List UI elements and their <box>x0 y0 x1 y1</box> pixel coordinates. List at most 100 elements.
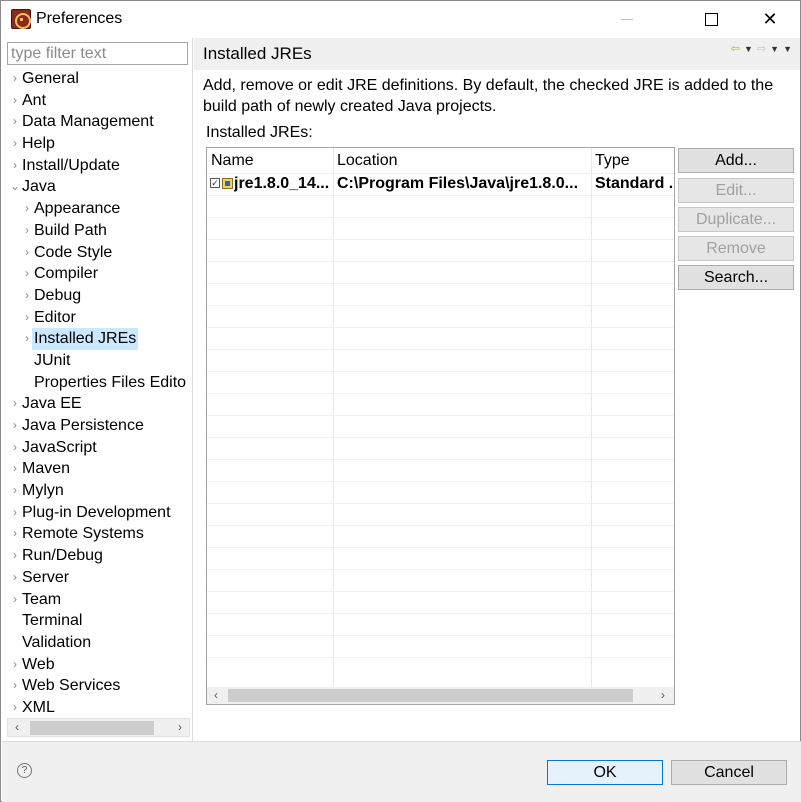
scroll-right-icon[interactable]: › <box>171 719 189 736</box>
tree-item[interactable]: › Maven <box>2 458 193 480</box>
chevron-right-icon[interactable]: › <box>10 393 20 415</box>
row-gridline <box>207 349 674 350</box>
help-icon[interactable]: ? <box>17 763 32 778</box>
scroll-left-icon[interactable]: ‹ <box>207 687 225 704</box>
row-gridline <box>207 547 674 548</box>
tree-item[interactable]: › Web Services <box>2 675 193 697</box>
chevron-right-icon[interactable]: › <box>22 198 32 220</box>
tree-item[interactable]: › Debug <box>2 285 193 307</box>
remove-button[interactable]: Remove <box>678 236 794 261</box>
chevron-right-icon[interactable]: › <box>10 523 20 545</box>
chevron-right-icon[interactable]: › <box>10 480 20 502</box>
search-button[interactable]: Search... <box>678 265 794 290</box>
close-button[interactable]: ✕ <box>741 1 799 38</box>
scroll-right-icon[interactable]: › <box>654 687 672 704</box>
tree-item[interactable]: › Data Management <box>2 111 193 133</box>
chevron-right-icon[interactable]: › <box>22 307 32 329</box>
column-header-type[interactable]: Type <box>591 148 674 173</box>
ok-button[interactable]: OK <box>547 760 663 785</box>
duplicate-button[interactable]: Duplicate... <box>678 207 794 232</box>
column-header-location[interactable]: Location <box>333 148 591 173</box>
installed-jres-table[interactable]: Name Location Type ✓ jre1.8.0_14... C:\P… <box>206 147 675 705</box>
tree-item[interactable]: › Java Persistence <box>2 415 193 437</box>
column-header-name[interactable]: Name <box>207 148 333 173</box>
chevron-right-icon[interactable]: › <box>10 675 20 697</box>
tree-item[interactable]: ⌄ Java <box>2 176 193 198</box>
forward-dropdown-icon[interactable]: ▼ <box>770 44 779 54</box>
chevron-right-icon[interactable]: › <box>10 567 20 589</box>
add-button[interactable]: Add... <box>678 148 794 173</box>
tree-item[interactable]: › Editor <box>2 307 193 329</box>
tree-item[interactable]: Terminal <box>2 610 193 632</box>
chevron-right-icon[interactable]: › <box>22 263 32 285</box>
chevron-right-icon[interactable]: › <box>22 285 32 307</box>
tree-item[interactable]: › Appearance <box>2 198 193 220</box>
tree-item[interactable]: › XML <box>2 697 193 719</box>
tree-item[interactable]: › Plug-in Development <box>2 502 193 524</box>
tree-item[interactable]: JUnit <box>2 350 193 372</box>
chevron-right-icon[interactable]: › <box>10 458 20 480</box>
tree-item[interactable]: › Install/Update <box>2 155 193 177</box>
tree-item[interactable]: › Mylyn <box>2 480 193 502</box>
chevron-right-icon[interactable]: › <box>10 697 20 719</box>
scroll-left-icon[interactable]: ‹ <box>8 719 26 736</box>
tree-item[interactable]: › Build Path <box>2 220 193 242</box>
tree-item[interactable]: › Run/Debug <box>2 545 193 567</box>
tree-item-label: Appearance <box>34 200 121 218</box>
tree-item[interactable]: › Team <box>2 589 193 611</box>
tree-item[interactable]: Validation <box>2 632 193 654</box>
tree-item-label: Data Management <box>22 113 154 131</box>
chevron-right-icon[interactable]: › <box>10 415 20 437</box>
back-arrow-icon[interactable]: ⇦ <box>731 42 740 55</box>
dialog-button-bar: ? OK Cancel <box>2 741 801 802</box>
row-gridline <box>207 503 674 504</box>
tree-item[interactable]: › Java EE <box>2 393 193 415</box>
tree-item[interactable]: › JavaScript <box>2 437 193 459</box>
edit-button[interactable]: Edit... <box>678 178 794 203</box>
filter-input[interactable] <box>7 42 188 65</box>
chevron-down-icon[interactable]: ⌄ <box>10 176 20 198</box>
tree-horizontal-scrollbar[interactable]: ‹ › <box>7 718 190 737</box>
table-horizontal-scrollbar[interactable]: ‹ › <box>207 687 674 704</box>
chevron-right-icon[interactable]: › <box>10 437 20 459</box>
default-jre-checkbox[interactable]: ✓ <box>210 178 220 188</box>
tree-item[interactable]: › Ant <box>2 90 193 112</box>
installed-jres-label: Installed JREs: <box>206 124 313 141</box>
chevron-right-icon[interactable]: › <box>22 328 32 350</box>
chevron-right-icon[interactable]: › <box>10 155 20 177</box>
tree-item[interactable]: › Compiler <box>2 263 193 285</box>
row-gridline <box>207 371 674 372</box>
page-menu-icon[interactable]: ▼ <box>783 44 792 54</box>
tree-item[interactable]: › Server <box>2 567 193 589</box>
tree-item[interactable]: › Code Style <box>2 242 193 264</box>
tree-item-label: General <box>22 70 79 87</box>
tree-item[interactable]: › Remote Systems <box>2 523 193 545</box>
tree-item[interactable]: › Installed JREs <box>2 328 193 350</box>
chevron-right-icon[interactable]: › <box>22 220 32 242</box>
chevron-right-icon[interactable]: › <box>10 502 20 524</box>
chevron-right-icon[interactable]: › <box>10 589 20 611</box>
tree-item[interactable]: › General <box>2 68 193 90</box>
row-gridline <box>207 613 674 614</box>
chevron-right-icon[interactable]: › <box>10 133 20 155</box>
chevron-right-icon[interactable]: › <box>10 654 20 676</box>
forward-arrow-icon[interactable]: ⇨ <box>757 42 766 55</box>
back-dropdown-icon[interactable]: ▼ <box>744 44 753 54</box>
tree-item[interactable]: Properties Files Edito <box>2 372 193 394</box>
chevron-right-icon[interactable]: › <box>10 68 20 90</box>
chevron-right-icon[interactable]: › <box>10 111 20 133</box>
scrollbar-thumb[interactable] <box>228 689 633 702</box>
tree-item[interactable]: › Help <box>2 133 193 155</box>
chevron-right-icon[interactable]: › <box>10 545 20 567</box>
maximize-button[interactable] <box>682 1 740 38</box>
chevron-right-icon[interactable]: › <box>22 242 32 264</box>
row-gridline <box>207 657 674 658</box>
row-gridline <box>207 239 674 240</box>
scrollbar-thumb[interactable] <box>30 721 154 735</box>
tree-item-label: XML <box>22 698 55 716</box>
minimize-button[interactable] <box>598 1 656 38</box>
chevron-right-icon[interactable]: › <box>10 90 20 112</box>
cancel-button[interactable]: Cancel <box>671 760 787 785</box>
window-title: Preferences <box>36 10 123 27</box>
tree-item[interactable]: › Web <box>2 654 193 676</box>
